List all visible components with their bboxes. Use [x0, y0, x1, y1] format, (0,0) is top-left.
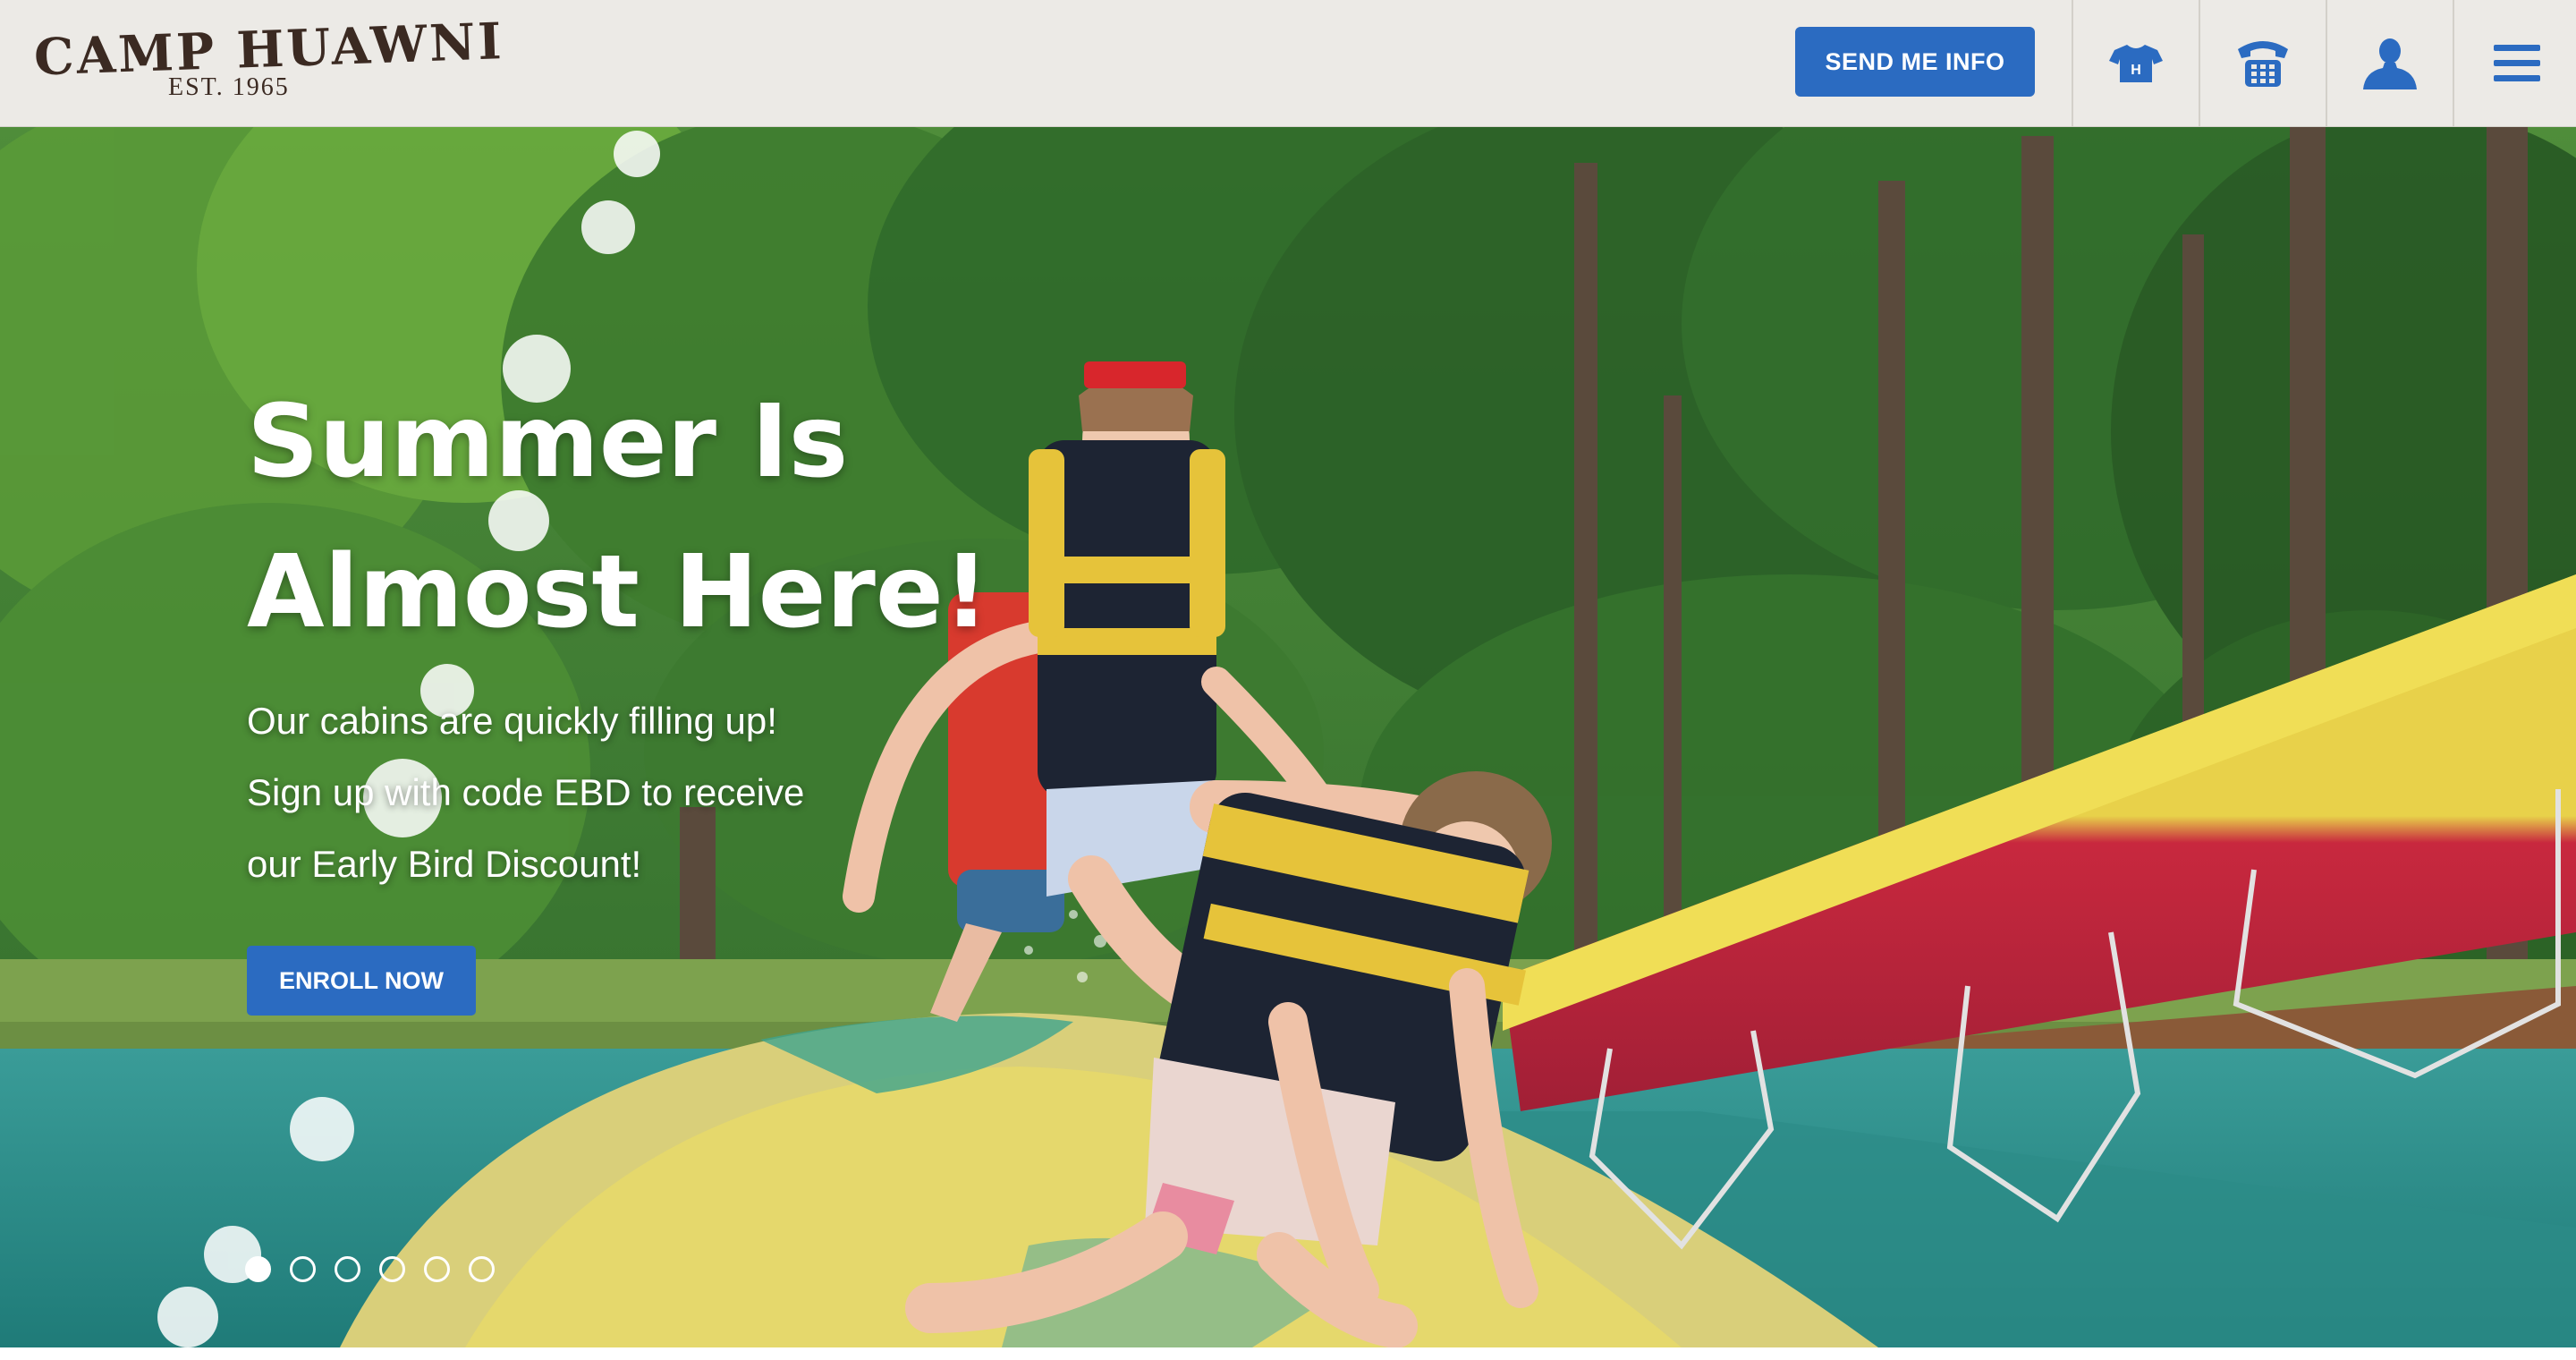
- slide-dot-5[interactable]: [424, 1256, 450, 1282]
- camp-logo[interactable]: CAMP HUAWNI EST. 1965: [33, 12, 505, 107]
- phone-icon: [2238, 41, 2288, 87]
- slide-dot-2[interactable]: [290, 1256, 316, 1282]
- send-me-info-button[interactable]: SEND ME INFO: [1795, 27, 2035, 97]
- user-icon: [2363, 38, 2417, 89]
- slide-dot-6[interactable]: [469, 1256, 495, 1282]
- logo-est: EST. 1965: [168, 73, 290, 101]
- store-link[interactable]: H: [2072, 0, 2199, 127]
- slide-dot-3[interactable]: [335, 1256, 360, 1282]
- slider-pagination: [245, 1256, 495, 1282]
- contact-link[interactable]: [2199, 0, 2326, 127]
- slide-dot-1[interactable]: [245, 1256, 271, 1282]
- hero-headline: Summer Is Almost Here!: [247, 384, 989, 650]
- tshirt-icon: H: [2109, 45, 2163, 82]
- hero-subtext-line: Our cabins are quickly filling up!: [247, 700, 777, 742]
- tshirt-letter: H: [2131, 63, 2141, 78]
- hero-subtext: Our cabins are quickly filling up! Sign …: [247, 685, 927, 900]
- slide-dot-4[interactable]: [379, 1256, 405, 1282]
- account-link[interactable]: [2326, 0, 2453, 127]
- page-bottom-edge: [0, 1347, 2576, 1360]
- hero-subtext-line: our Early Bird Discount!: [247, 843, 642, 885]
- menu-icon: [2494, 45, 2540, 81]
- hero-slider: Summer Is Almost Here! Our cabins are qu…: [0, 127, 2576, 1347]
- hero-subtext-line: Sign up with code EBD to receive: [247, 771, 805, 813]
- enroll-now-button[interactable]: ENROLL NOW: [247, 946, 476, 1016]
- menu-button[interactable]: [2453, 0, 2576, 127]
- site-header: CAMP HUAWNI EST. 1965 SEND ME INFO H: [0, 0, 2576, 127]
